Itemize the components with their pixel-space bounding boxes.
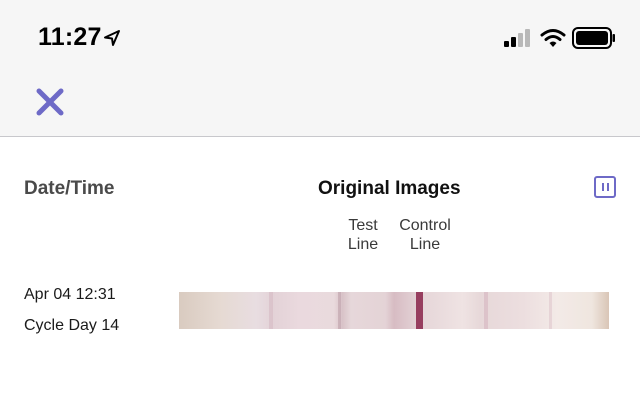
pause-icon [602,183,604,191]
test-line-mark [338,292,341,329]
original-images-column-header: Original Images [318,178,461,199]
close-icon [36,88,64,116]
view-toggle-button[interactable] [594,176,616,198]
navigation-bar [0,72,640,137]
cellular-signal-icon [504,29,530,47]
location-arrow-icon [104,30,120,46]
control-line-mark [416,292,423,329]
battery-icon [572,27,615,49]
status-bar: 11:27 [0,0,640,72]
status-time: 11:27 [38,23,102,51]
screen: 11:27 Date/Time Original Images Test Lin… [0,0,640,412]
test-line-label: Test Line [347,217,379,253]
wifi-icon [540,29,566,47]
row-date-time: Apr 04 12:31 [24,286,116,303]
control-line-label: Control Line [399,217,451,253]
date-time-column-header: Date/Time [24,178,115,199]
row-cycle-day: Cycle Day 14 [24,317,120,334]
test-strip-photo[interactable] [179,292,609,329]
close-button[interactable] [32,84,68,120]
